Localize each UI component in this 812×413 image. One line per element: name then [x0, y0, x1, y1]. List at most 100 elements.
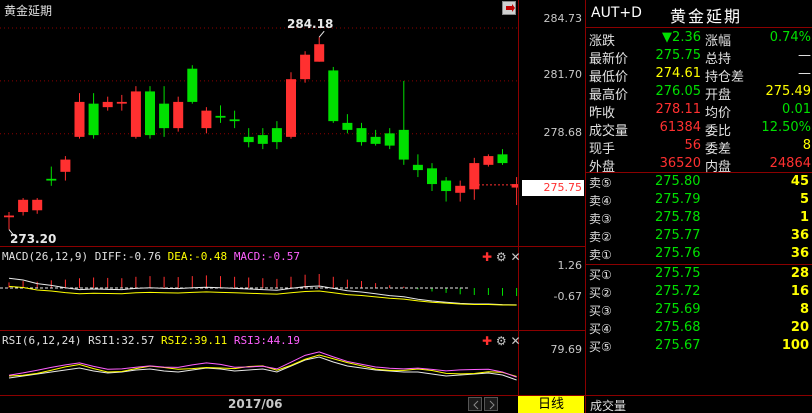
quote-label: 开盘 [705, 88, 732, 103]
level-label: 买⑤ [589, 340, 612, 354]
quote-row: 最低价 274.61 持仓差 — [589, 66, 811, 85]
bid-row[interactable]: 买③ 275.69 8 [589, 302, 811, 320]
quote-label: 最低价 [589, 70, 629, 85]
level-price: 275.78 [655, 210, 701, 225]
quote-value: ▼2.36 [662, 30, 701, 45]
level-label: 买③ [589, 304, 612, 318]
price-tick-mid: 281.70 [543, 68, 583, 81]
current-price-label: 275.75 [543, 181, 583, 194]
quote-value: 274.61 [655, 66, 702, 81]
quote-value: 278.11 [655, 102, 702, 117]
level-price: 275.69 [655, 302, 701, 317]
ask-row[interactable]: 卖② 275.77 36 [589, 228, 811, 246]
level-volume: 16 [790, 284, 809, 299]
quote-label: 涨跌 [589, 34, 616, 49]
quote-label: 外盘 [589, 160, 616, 175]
quote-name: 黄金延期 [670, 7, 743, 26]
quote-label: 最高价 [589, 88, 629, 103]
level-label: 卖⑤ [589, 176, 612, 190]
level-label: 卖③ [589, 212, 612, 226]
quote-label: 涨幅 [705, 34, 732, 49]
rsi1-line [8, 356, 517, 381]
quote-label: 昨收 [589, 106, 616, 121]
axis-right-border [585, 0, 586, 413]
level-price: 275.77 [655, 228, 701, 243]
level-price: 275.79 [655, 192, 701, 207]
level-label: 买② [589, 286, 612, 300]
level-label: 卖② [589, 230, 612, 244]
bid-row[interactable]: 买⑤ 275.67 100 [589, 338, 811, 356]
quote-value: — [798, 48, 811, 63]
level-volume: 36 [790, 246, 809, 261]
quote-value: 0.74% [769, 30, 811, 45]
level-volume: 45 [790, 174, 809, 189]
quote-label: 成交量 [589, 124, 629, 139]
rsi3-line [8, 351, 517, 378]
quote-value: 36520 [659, 156, 701, 171]
quote-row: 现手 56 委差 8 [589, 138, 811, 157]
quote-label: 持仓差 [705, 70, 745, 85]
level-price: 275.75 [655, 266, 701, 281]
bid-row[interactable]: 买④ 275.68 20 [589, 320, 811, 338]
level-label: 买④ [589, 322, 612, 336]
level-volume: 8 [799, 302, 809, 317]
bid-row[interactable]: 买① 275.75 28 [589, 266, 811, 284]
level-price: 275.76 [655, 246, 701, 261]
orderbook-divider [586, 264, 812, 265]
ask-row[interactable]: 卖③ 275.78 1 [589, 210, 811, 228]
quote-label: 委比 [705, 124, 732, 139]
level-volume: 36 [790, 228, 809, 243]
quote-value: 0.01 [782, 102, 811, 117]
quote-row: 昨收 278.11 均价 0.01 [589, 102, 811, 121]
level-volume: 28 [790, 266, 809, 281]
scroll-right-button[interactable] [484, 397, 498, 411]
quote-value: 24864 [769, 156, 811, 171]
level-volume: 5 [799, 192, 809, 207]
level-volume: 20 [790, 320, 809, 335]
level-volume: 100 [781, 338, 809, 353]
quote-label: 总持 [705, 52, 732, 67]
quote-value: — [798, 66, 811, 81]
date-label: 2017/06 [228, 397, 283, 411]
level-price: 275.67 [655, 338, 701, 353]
quote-row: 最高价 276.05 开盘 275.49 [589, 84, 812, 103]
quote-row: 成交量 61384 委比 12.50% [589, 120, 811, 139]
level-label: 卖④ [589, 194, 612, 208]
period-tab-daily[interactable]: 日线 [518, 396, 584, 413]
rsi-tick-top: 79.69 [550, 343, 583, 356]
volume-tab[interactable]: 成交量 [590, 397, 626, 413]
ask-row[interactable]: 卖① 275.76 36 [589, 246, 811, 264]
quote-label: 现手 [589, 142, 616, 157]
quote-value: 56 [684, 138, 701, 153]
level-volume: 1 [799, 210, 809, 225]
ask-row[interactable]: 卖⑤ 275.80 45 [589, 174, 811, 192]
chevron-left-icon [473, 400, 479, 410]
quote-label: 均价 [705, 106, 732, 121]
quote-value: 275.49 [765, 84, 812, 99]
scroll-left-button[interactable] [468, 397, 482, 411]
price-tick-low: 278.68 [543, 126, 583, 139]
quote-header-divider [586, 27, 812, 28]
rsi-chart [8, 351, 517, 381]
quote-symbol: AUT+D [591, 5, 642, 21]
level-price: 275.72 [655, 284, 701, 299]
quote-row: 外盘 36520 内盘 24864 [589, 156, 811, 175]
level-label: 买① [589, 268, 612, 282]
level-price: 275.68 [655, 320, 701, 335]
quote-row: 涨跌 ▼2.36 涨幅 0.74% [589, 30, 811, 49]
quote-label: 最新价 [589, 52, 629, 67]
quote-label: 内盘 [705, 160, 732, 175]
rsi-pane-bottom-border [0, 395, 585, 396]
ask-row[interactable]: 卖④ 275.79 5 [589, 192, 811, 210]
price-tick-top: 284.73 [543, 12, 583, 25]
bid-row[interactable]: 买② 275.72 16 [589, 284, 811, 302]
level-price: 275.80 [655, 174, 701, 189]
quote-value: 275.75 [655, 48, 702, 63]
quote-value: 12.50% [761, 120, 811, 135]
macd-tick-low: -0.67 [553, 290, 582, 303]
chevron-right-icon [489, 400, 495, 410]
quote-label: 委差 [705, 142, 732, 157]
quote-value: 61384 [659, 120, 701, 135]
macd-tick-top: 1.26 [557, 259, 583, 272]
orderbook-bottom-divider [586, 395, 812, 396]
